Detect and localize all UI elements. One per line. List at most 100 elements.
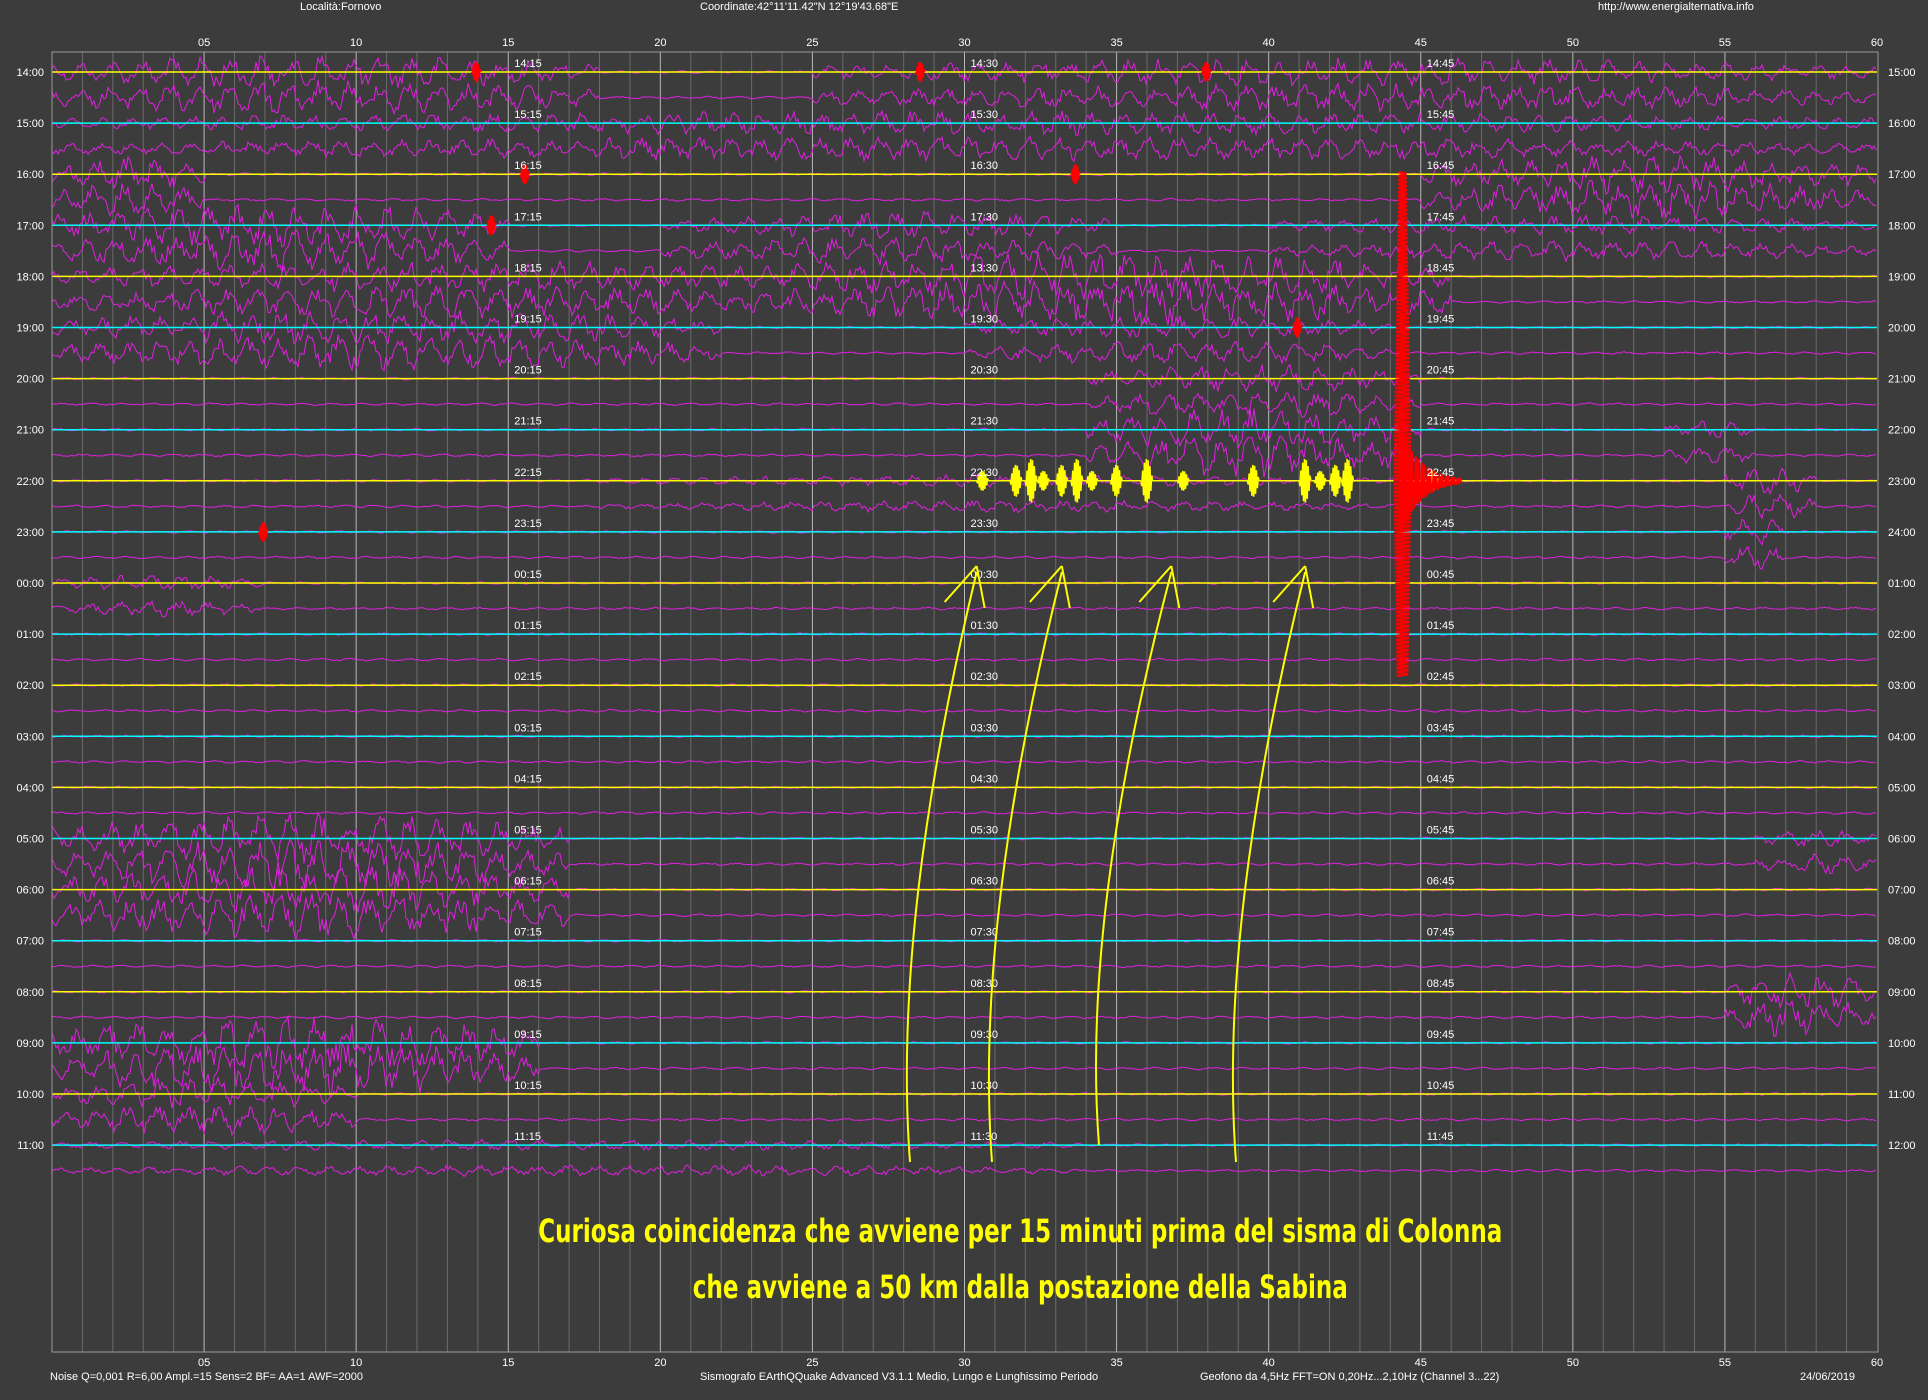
quarter-hour-label: 17:45 (1427, 211, 1455, 223)
right-hour-label: 03:00 (1888, 680, 1916, 692)
top-minute-tick-label: 60 (1871, 37, 1883, 49)
right-hour-label: 05:00 (1888, 782, 1916, 794)
quarter-hour-label: 10:45 (1427, 1080, 1455, 1092)
right-hour-label: 21:00 (1888, 374, 1916, 386)
quarter-hour-label: 08:45 (1427, 978, 1455, 990)
quarter-hour-label: 01:15 (514, 620, 542, 632)
left-hour-label: 07:00 (16, 936, 44, 948)
top-minute-tick-label: 10 (350, 37, 362, 49)
top-minute-tick-label: 05 (198, 37, 210, 49)
right-hour-label: 17:00 (1888, 169, 1916, 181)
bottom-minute-tick-label: 40 (1263, 1357, 1275, 1369)
left-hour-label: 10:00 (16, 1089, 44, 1101)
left-hour-label: 16:00 (16, 169, 44, 181)
right-hour-label: 24:00 (1888, 527, 1916, 539)
top-minute-tick-label: 25 (806, 37, 818, 49)
quarter-hour-label: 15:45 (1427, 109, 1455, 121)
quarter-hour-label: 06:30 (971, 876, 999, 888)
quarter-hour-label: 07:15 (514, 927, 542, 939)
bottom-minute-tick-label: 35 (1110, 1357, 1122, 1369)
right-hour-label: 12:00 (1888, 1140, 1916, 1152)
quarter-hour-label: 04:15 (514, 773, 542, 785)
right-hour-label: 08:00 (1888, 936, 1916, 948)
top-minute-tick-label: 35 (1110, 37, 1122, 49)
quarter-hour-label: 15:30 (971, 109, 999, 121)
left-hour-label: 00:00 (16, 578, 44, 590)
top-minute-tick-label: 55 (1719, 37, 1731, 49)
quarter-hour-label: 03:45 (1427, 722, 1455, 734)
quarter-hour-label: 18:45 (1427, 262, 1455, 274)
right-hour-label: 19:00 (1888, 271, 1916, 283)
quarter-hour-label: 11:30 (971, 1131, 998, 1143)
right-hour-label: 07:00 (1888, 885, 1916, 897)
top-minute-tick-label: 40 (1263, 37, 1275, 49)
quarter-hour-label: 22:15 (514, 467, 542, 479)
quarter-hour-label: 17:15 (514, 211, 542, 223)
right-hour-label: 22:00 (1888, 425, 1916, 437)
bottom-minute-tick-label: 25 (806, 1357, 818, 1369)
quarter-hour-label: 23:15 (514, 518, 542, 530)
left-hour-label: 20:00 (16, 374, 44, 386)
left-hour-label: 04:00 (16, 782, 44, 794)
quarter-hour-label: 20:15 (514, 365, 542, 377)
bottom-minute-tick-label: 10 (350, 1357, 362, 1369)
left-hour-label: 22:00 (16, 476, 44, 488)
quarter-hour-label: 04:30 (971, 773, 999, 785)
bottom-minute-tick-label: 20 (654, 1357, 666, 1369)
quarter-hour-label: 21:15 (514, 416, 542, 428)
quarter-hour-label: 09:30 (971, 1029, 999, 1041)
quarter-hour-label: 10:15 (514, 1080, 542, 1092)
bottom-minute-tick-label: 45 (1415, 1357, 1427, 1369)
settings-label: Noise Q=0,001 R=6,00 Ampl.=15 Sens=2 BF=… (50, 1371, 363, 1383)
sensor-label: Geofono da 4,5Hz FFT=ON 0,20Hz...2,10Hz … (1200, 1371, 1500, 1383)
quarter-hour-label: 07:30 (971, 927, 999, 939)
bottom-minute-tick-label: 55 (1719, 1357, 1731, 1369)
coordinates-label: Coordinate:42°11'11.42"N 12°19'43.68"E (700, 1, 899, 13)
quarter-hour-label: 00:15 (514, 569, 542, 581)
left-hour-label: 14:00 (16, 67, 44, 79)
right-hour-label: 23:00 (1888, 476, 1916, 488)
top-minute-tick-label: 15 (502, 37, 514, 49)
left-hour-label: 15:00 (16, 118, 44, 130)
quarter-hour-label: 17:30 (971, 211, 999, 223)
quarter-hour-label: 11:15 (514, 1131, 541, 1143)
quarter-hour-label: 02:45 (1427, 671, 1455, 683)
quarter-hour-label: 18:15 (514, 262, 542, 274)
quarter-hour-label: 14:15 (514, 58, 542, 70)
bottom-minute-tick-label: 05 (198, 1357, 210, 1369)
top-minute-tick-label: 50 (1567, 37, 1579, 49)
left-hour-label: 09:00 (16, 1038, 44, 1050)
bottom-minute-tick-label: 60 (1871, 1357, 1883, 1369)
quarter-hour-label: 23:30 (971, 518, 999, 530)
quarter-hour-label: 16:30 (971, 160, 999, 172)
quarter-hour-label: 08:30 (971, 978, 999, 990)
quarter-hour-label: 14:45 (1427, 58, 1455, 70)
quarter-hour-label: 09:15 (514, 1029, 542, 1041)
location-label: Località:Fornovo (300, 1, 382, 13)
quarter-hour-label: 01:30 (971, 620, 999, 632)
left-hour-label: 08:00 (16, 987, 44, 999)
bottom-minute-tick-label: 30 (958, 1357, 970, 1369)
quarter-hour-label: 21:30 (971, 416, 999, 428)
right-hour-label: 09:00 (1888, 987, 1916, 999)
left-hour-label: 21:00 (16, 425, 44, 437)
quarter-hour-label: 15:15 (514, 109, 542, 121)
left-hour-label: 18:00 (16, 271, 44, 283)
quarter-hour-label: 00:45 (1427, 569, 1455, 581)
right-hour-label: 15:00 (1888, 67, 1916, 79)
right-hour-label: 16:00 (1888, 118, 1916, 130)
quarter-hour-label: 02:15 (514, 671, 542, 683)
quarter-hour-label: 08:15 (514, 978, 542, 990)
right-hour-label: 11:00 (1888, 1089, 1915, 1101)
quarter-hour-label: 05:30 (971, 825, 999, 837)
bottom-minute-tick-label: 50 (1567, 1357, 1579, 1369)
quarter-hour-label: 10:30 (971, 1080, 999, 1092)
quarter-hour-label: 06:15 (514, 876, 542, 888)
top-minute-tick-label: 30 (958, 37, 970, 49)
quarter-hour-label: 20:30 (971, 365, 999, 377)
quarter-hour-label: 16:15 (514, 160, 542, 172)
left-hour-label: 17:00 (16, 220, 44, 232)
left-hour-label: 11:00 (17, 1140, 44, 1152)
right-hour-label: 01:00 (1888, 578, 1916, 590)
quarter-hour-label: 14:30 (971, 58, 999, 70)
